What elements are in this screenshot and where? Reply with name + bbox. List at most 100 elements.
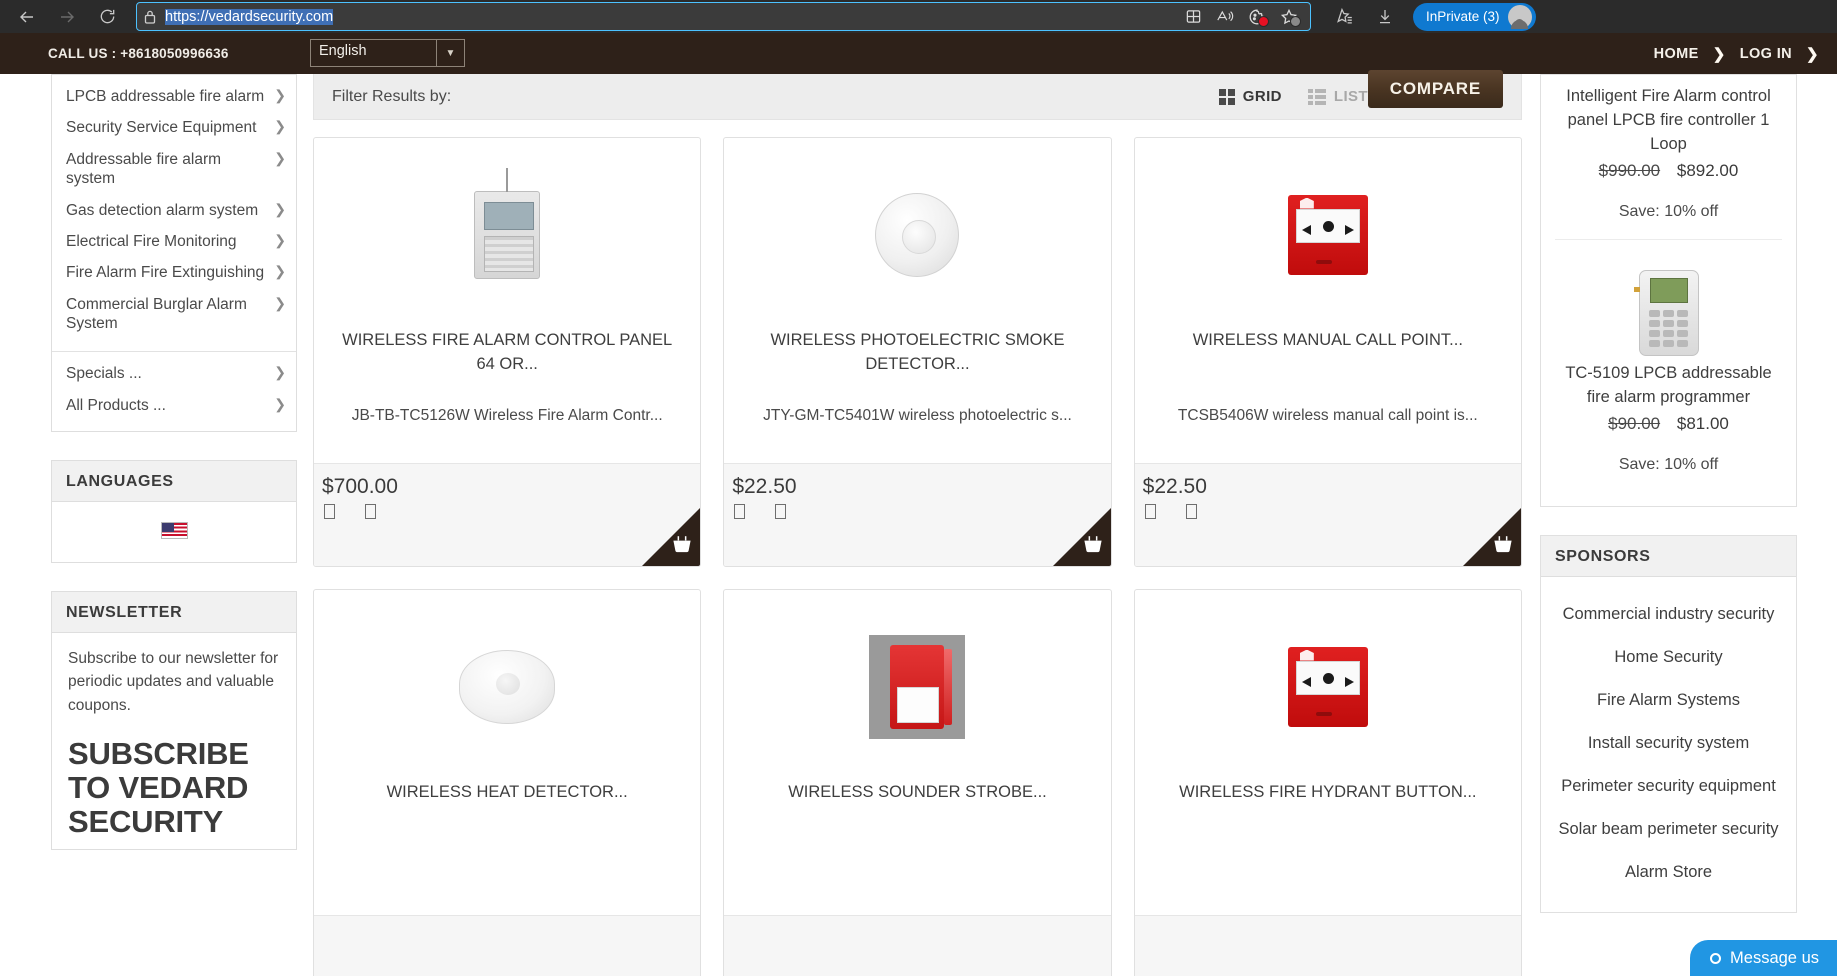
split-screen-icon[interactable] xyxy=(1178,3,1208,30)
view-option-grid[interactable]: GRID xyxy=(1218,88,1282,105)
sponsor-link-install-security-system[interactable]: Install security system xyxy=(1551,722,1786,765)
right-sidebar: Intelligent Fire Alarm control panel LPC… xyxy=(1540,74,1837,913)
product-image[interactable] xyxy=(314,590,700,775)
inprivate-label: InPrivate (3) xyxy=(1426,9,1500,24)
sidebar-item-security-service-equipment[interactable]: Security Service Equipment ❯ xyxy=(52,112,296,143)
sidebar-item-all-products[interactable]: All Products ... ❯ xyxy=(52,390,296,421)
chevron-right-icon: ❯ xyxy=(274,231,286,248)
grid-icon xyxy=(1218,88,1235,105)
forward-arrow-icon xyxy=(48,2,86,32)
link-label: Specials ... xyxy=(66,365,142,383)
special-title[interactable]: TC-5109 LPCB addressable fire alarm prog… xyxy=(1555,362,1782,410)
product-image[interactable] xyxy=(724,138,1110,323)
read-aloud-icon[interactable] xyxy=(1210,3,1240,30)
product-description xyxy=(1135,849,1521,857)
lock-icon xyxy=(143,9,157,25)
fire-alarm-programmer-icon xyxy=(1633,269,1699,356)
sponsor-link-alarm-store[interactable]: Alarm Store xyxy=(1551,851,1786,894)
sidebar-item-lpcb-addressable-fire-alarm[interactable]: LPCB addressable fire alarm ❯ xyxy=(52,81,296,112)
product-image[interactable] xyxy=(1135,138,1521,323)
special-item[interactable]: TC-5109 LPCB addressable fire alarm prog… xyxy=(1555,238,1782,492)
product-card[interactable]: WIRELESS HEAT DETECTOR... xyxy=(313,589,702,976)
sponsor-link-fire-alarm-systems[interactable]: Fire Alarm Systems xyxy=(1551,679,1786,722)
sponsor-link-home-security[interactable]: Home Security xyxy=(1551,636,1786,679)
product-price: $22.50 xyxy=(732,475,797,498)
product-card[interactable]: WIRELESS FIRE ALARM CONTROL PANEL 64 OR.… xyxy=(313,137,702,567)
sidebar-item-addressable-fire-alarm-system[interactable]: Addressable fire alarm system ❯ xyxy=(52,144,296,195)
missing-glyph-icon xyxy=(324,504,335,519)
chevron-down-icon[interactable]: ▼ xyxy=(436,40,464,66)
special-title[interactable]: Intelligent Fire Alarm control panel LPC… xyxy=(1555,85,1782,157)
category-label: LPCB addressable fire alarm xyxy=(66,88,265,105)
sidebar-item-electrical-fire-monitoring[interactable]: Electrical Fire Monitoring ❯ xyxy=(52,226,296,257)
cart-icon[interactable] xyxy=(671,534,693,559)
missing-glyph-icon xyxy=(365,504,376,519)
inprivate-profile-button[interactable]: InPrivate (3) xyxy=(1413,2,1536,31)
message-us-button[interactable]: Message us xyxy=(1690,940,1837,976)
missing-glyph-icon xyxy=(1185,504,1197,519)
language-select-value: English xyxy=(319,43,367,59)
chevron-right-icon: ❯ xyxy=(274,149,286,166)
language-select[interactable]: English ▼ xyxy=(310,39,465,67)
avatar xyxy=(1507,4,1532,29)
reload-icon[interactable] xyxy=(88,2,126,32)
chevron-right-icon: ❯ xyxy=(1712,45,1726,63)
cart-icon[interactable] xyxy=(1082,534,1104,559)
product-title[interactable]: WIRELESS MANUAL CALL POINT... xyxy=(1135,323,1521,397)
nav-item-log-in[interactable]: LOG IN xyxy=(1740,46,1792,62)
product-listing: Filter Results by: GRID LIST COMPARE WIR… xyxy=(297,70,1540,976)
view-option-list[interactable]: LIST xyxy=(1307,88,1368,105)
product-price: $700.00 xyxy=(322,475,398,498)
link-label: All Products ... xyxy=(66,396,166,414)
us-flag-icon[interactable] xyxy=(160,522,188,540)
sidebar-item-gas-detection-alarm-system[interactable]: Gas detection alarm system ❯ xyxy=(52,195,296,226)
product-card[interactable]: WIRELESS FIRE HYDRANT BUTTON... xyxy=(1133,589,1522,976)
add-favorite-badge xyxy=(1290,16,1301,27)
product-card[interactable]: WIRELESS SOUNDER STROBE... xyxy=(723,589,1112,976)
special-save-text: Save: 10% off xyxy=(1618,202,1719,220)
product-image[interactable] xyxy=(724,590,1110,775)
sidebar-item-specials[interactable]: Specials ... ❯ xyxy=(52,358,296,389)
chevron-right-icon: ❯ xyxy=(274,118,286,135)
sidebar-item-fire-alarm-fire-extinguishing[interactable]: Fire Alarm Fire Extinguishing ❯ xyxy=(52,257,296,288)
product-image[interactable] xyxy=(1135,590,1521,775)
address-bar[interactable]: https://vedardsecurity.com xyxy=(136,2,1311,31)
product-title[interactable]: WIRELESS PHOTOELECTRIC SMOKE DETECTOR... xyxy=(724,323,1110,397)
sponsor-link-perimeter-security-equipment[interactable]: Perimeter security equipment xyxy=(1551,765,1786,808)
page-body: LPCB addressable fire alarm ❯ Security S… xyxy=(0,70,1837,976)
chevron-right-icon: ❯ xyxy=(274,395,286,412)
list-icon xyxy=(1307,88,1326,105)
downloads-icon[interactable] xyxy=(1366,2,1834,973)
special-new-price: $892.00 xyxy=(1676,160,1739,180)
browser-essentials-icon[interactable] xyxy=(1242,3,1272,30)
heat-detector-icon xyxy=(459,649,556,724)
category-label: Fire Alarm Fire Extinguishing xyxy=(66,264,265,282)
sponsors-panel: SPONSORS Commercial industry security Ho… xyxy=(1540,534,1797,913)
product-title[interactable]: WIRELESS SOUNDER STROBE... xyxy=(724,775,1110,849)
product-price: $22.50 xyxy=(1142,475,1207,498)
product-title[interactable]: WIRELESS FIRE HYDRANT BUTTON... xyxy=(1135,775,1521,849)
browser-essentials-badge xyxy=(1258,16,1269,27)
sponsor-link-solar-beam-perimeter-security[interactable]: Solar beam perimeter security xyxy=(1551,808,1786,851)
extra-links-list: Specials ... ❯ All Products ... ❯ xyxy=(52,352,296,431)
product-title[interactable]: WIRELESS FIRE ALARM CONTROL PANEL 64 OR.… xyxy=(314,323,700,397)
special-item[interactable]: Intelligent Fire Alarm control panel LPC… xyxy=(1555,75,1782,239)
category-label: Gas detection alarm system xyxy=(66,201,259,219)
product-card[interactable]: WIRELESS MANUAL CALL POINT... TCSB5406W … xyxy=(1133,137,1522,567)
missing-glyph-icon xyxy=(1144,504,1156,519)
sidebar-item-commercial-burglar-alarm-system[interactable]: Commercial Burglar Alarm System ❯ xyxy=(52,289,296,340)
product-title[interactable]: WIRELESS HEAT DETECTOR... xyxy=(314,775,700,849)
cart-icon[interactable] xyxy=(1492,534,1514,559)
favorites-icon[interactable] xyxy=(1325,2,1363,32)
special-image[interactable] xyxy=(1555,269,1782,356)
nav-item-home[interactable]: HOME xyxy=(1654,46,1699,62)
chevron-right-icon: ❯ xyxy=(274,87,286,103)
manual-call-point-icon xyxy=(1287,194,1368,275)
product-card[interactable]: WIRELESS PHOTOELECTRIC SMOKE DETECTOR...… xyxy=(723,137,1112,567)
add-favorite-icon[interactable] xyxy=(1274,3,1304,30)
sponsor-link-commercial-industry-security[interactable]: Commercial industry security xyxy=(1551,593,1786,636)
product-image[interactable] xyxy=(314,138,700,323)
address-bar-text[interactable]: https://vedardsecurity.com xyxy=(165,8,1170,25)
compare-button[interactable]: COMPARE xyxy=(1367,70,1503,108)
back-arrow-icon[interactable] xyxy=(8,2,46,32)
